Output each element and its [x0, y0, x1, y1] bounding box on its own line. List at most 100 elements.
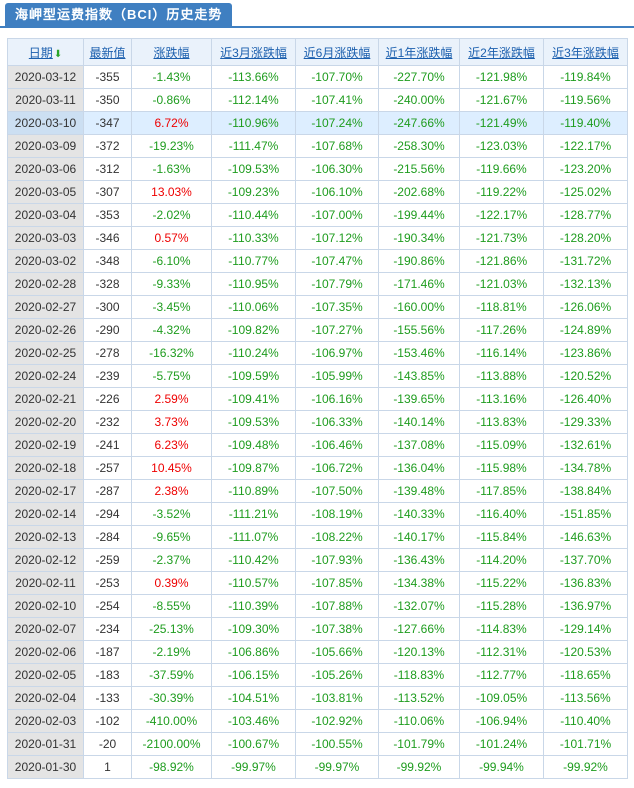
cell-date: 2020-02-12 — [7, 548, 84, 572]
cell-change: 0.57% — [131, 226, 212, 250]
tab-bar: 海岬型运费指数（BCI）历史走势 — [0, 0, 634, 28]
cell-3y-change: -132.13% — [543, 272, 628, 296]
cell-3y-change: -122.17% — [543, 134, 628, 158]
column-header-3m-change[interactable]: 近3月涨跌幅 — [211, 38, 296, 66]
cell-latest: -257 — [83, 456, 132, 480]
cell-change: 0.39% — [131, 571, 212, 595]
cell-1y-change: -240.00% — [378, 88, 460, 112]
cell-latest: -239 — [83, 364, 132, 388]
cell-3m-change: -109.82% — [211, 318, 296, 342]
cell-6m-change: -108.19% — [295, 502, 379, 526]
column-header-date[interactable]: 日期⬇ — [7, 38, 84, 66]
cell-3m-change: -106.86% — [211, 640, 296, 664]
cell-change: -2.37% — [131, 548, 212, 572]
cell-date: 2020-02-24 — [7, 364, 84, 388]
cell-date: 2020-02-25 — [7, 341, 84, 365]
cell-date: 2020-03-05 — [7, 180, 84, 204]
cell-date: 2020-02-26 — [7, 318, 84, 342]
cell-change: -2.19% — [131, 640, 212, 664]
cell-2y-change: -117.85% — [459, 479, 544, 503]
cell-6m-change: -107.85% — [295, 571, 379, 595]
cell-3m-change: -113.66% — [211, 65, 296, 89]
cell-change: -98.92% — [131, 755, 212, 779]
cell-1y-change: -155.56% — [378, 318, 460, 342]
cell-date: 2020-02-06 — [7, 640, 84, 664]
column-header-1y-change[interactable]: 近1年涨跌幅 — [378, 38, 460, 66]
cell-latest: -102 — [83, 709, 132, 733]
cell-1y-change: -202.68% — [378, 180, 460, 204]
cell-2y-change: -123.03% — [459, 134, 544, 158]
cell-2y-change: -101.24% — [459, 732, 544, 756]
column-header-latest[interactable]: 最新值 — [83, 38, 132, 66]
cell-2y-change: -119.66% — [459, 157, 544, 181]
cell-change: -2.02% — [131, 203, 212, 227]
cell-6m-change: -107.27% — [295, 318, 379, 342]
cell-3m-change: -106.15% — [211, 663, 296, 687]
cell-6m-change: -107.88% — [295, 594, 379, 618]
cell-latest: -348 — [83, 249, 132, 273]
cell-date: 2020-02-13 — [7, 525, 84, 549]
cell-change: 10.45% — [131, 456, 212, 480]
cell-change: 2.38% — [131, 479, 212, 503]
cell-1y-change: -140.14% — [378, 410, 460, 434]
cell-2y-change: -122.17% — [459, 203, 544, 227]
cell-date: 2020-02-18 — [7, 456, 84, 480]
table-row: 2020-02-26 -290 -4.32% -109.82% -107.27% -155… — [7, 318, 628, 342]
cell-3m-change: -110.06% — [211, 295, 296, 319]
cell-change: 6.72% — [131, 111, 212, 135]
cell-6m-change: -107.41% — [295, 88, 379, 112]
cell-2y-change: -121.49% — [459, 111, 544, 135]
cell-1y-change: -143.85% — [378, 364, 460, 388]
cell-date: 2020-03-12 — [7, 65, 84, 89]
cell-1y-change: -190.86% — [378, 249, 460, 273]
column-header-change[interactable]: 涨跌幅 — [131, 38, 212, 66]
table-row: 2020-03-02 -348 -6.10% -110.77% -107.47% -190… — [7, 249, 628, 273]
cell-3y-change: -151.85% — [543, 502, 628, 526]
table-row: 2020-03-10 -347 6.72% -110.96% -107.24% -247.… — [7, 111, 628, 135]
cell-1y-change: -139.65% — [378, 387, 460, 411]
history-table-container: 日期⬇ 最新值 涨跌幅 近3月涨跌幅 近6月涨跌幅 近1年涨跌幅 近2年涨跌幅 … — [7, 38, 628, 779]
cell-6m-change: -107.12% — [295, 226, 379, 250]
cell-6m-change: -106.30% — [295, 157, 379, 181]
cell-3m-change: -100.67% — [211, 732, 296, 756]
cell-3y-change: -138.84% — [543, 479, 628, 503]
cell-2y-change: -116.40% — [459, 502, 544, 526]
cell-2y-change: -117.26% — [459, 318, 544, 342]
cell-latest: -20 — [83, 732, 132, 756]
cell-2y-change: -121.86% — [459, 249, 544, 273]
cell-latest: -133 — [83, 686, 132, 710]
cell-2y-change: -115.09% — [459, 433, 544, 457]
table-row: 2020-02-03 -102 -410.00% -103.46% -102.92% -1… — [7, 709, 628, 733]
cell-6m-change: -106.10% — [295, 180, 379, 204]
table-row: 2020-01-31 -20 -2100.00% -100.67% -100.55% -1… — [7, 732, 628, 756]
page-title-tab[interactable]: 海岬型运费指数（BCI）历史走势 — [5, 3, 233, 26]
cell-1y-change: -136.04% — [378, 456, 460, 480]
cell-6m-change: -103.81% — [295, 686, 379, 710]
cell-latest: -353 — [83, 203, 132, 227]
cell-date: 2020-02-21 — [7, 387, 84, 411]
column-header-6m-change[interactable]: 近6月涨跌幅 — [295, 38, 379, 66]
cell-3m-change: -109.53% — [211, 157, 296, 181]
table-row: 2020-02-10 -254 -8.55% -110.39% -107.88% -132… — [7, 594, 628, 618]
cell-latest: 1 — [83, 755, 132, 779]
cell-3m-change: -109.23% — [211, 180, 296, 204]
cell-3m-change: -110.44% — [211, 203, 296, 227]
cell-date: 2020-02-17 — [7, 479, 84, 503]
cell-3m-change: -110.42% — [211, 548, 296, 572]
cell-1y-change: -160.00% — [378, 295, 460, 319]
cell-latest: -294 — [83, 502, 132, 526]
cell-2y-change: -115.98% — [459, 456, 544, 480]
cell-date: 2020-02-27 — [7, 295, 84, 319]
column-header-3y-change[interactable]: 近3年涨跌幅 — [543, 38, 628, 66]
cell-3m-change: -109.48% — [211, 433, 296, 457]
column-header-2y-change[interactable]: 近2年涨跌幅 — [459, 38, 544, 66]
cell-3m-change: -109.30% — [211, 617, 296, 641]
cell-6m-change: -105.99% — [295, 364, 379, 388]
cell-3m-change: -110.33% — [211, 226, 296, 250]
cell-3y-change: -123.20% — [543, 157, 628, 181]
cell-change: -410.00% — [131, 709, 212, 733]
cell-latest: -183 — [83, 663, 132, 687]
cell-change: -19.23% — [131, 134, 212, 158]
cell-change: -25.13% — [131, 617, 212, 641]
cell-latest: -241 — [83, 433, 132, 457]
